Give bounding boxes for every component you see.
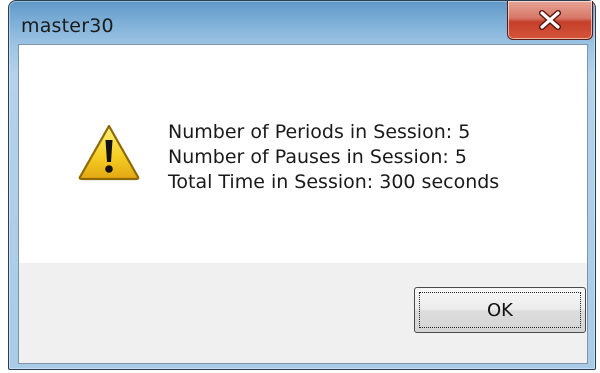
message-line-total-time: Total Time in Session: 300 seconds bbox=[168, 171, 500, 193]
close-button[interactable] bbox=[507, 1, 593, 40]
message-line-periods: Number of Periods in Session: 5 bbox=[168, 121, 471, 143]
window-title: master30 bbox=[21, 15, 114, 37]
dialog-body: Number of Periods in Session: 5 Number o… bbox=[18, 44, 588, 364]
message-line-pauses: Number of Pauses in Session: 5 bbox=[168, 146, 467, 168]
ok-button[interactable]: OK bbox=[414, 287, 586, 333]
dialog-window: master30 Number of Periods in Session: 5… bbox=[8, 0, 596, 370]
close-icon bbox=[539, 10, 561, 30]
message-area: Number of Periods in Session: 5 Number o… bbox=[19, 45, 587, 263]
message-text: Number of Periods in Session: 5 Number o… bbox=[168, 120, 499, 195]
warning-icon bbox=[78, 124, 140, 181]
ok-button-label: OK bbox=[487, 299, 513, 321]
